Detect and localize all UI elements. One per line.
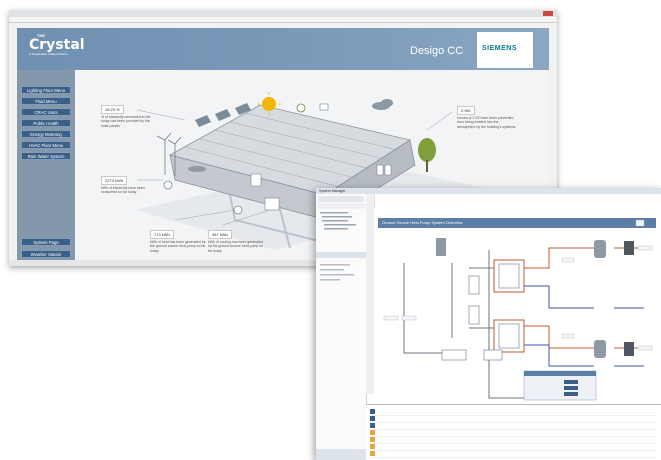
- menu-bar: [9, 17, 557, 23]
- electricity-consumed-value: 2273 kWh: [101, 176, 128, 185]
- list-item[interactable]: [370, 416, 656, 423]
- tree-icon: [418, 138, 436, 162]
- nav-rain-water-system[interactable]: Rain Water System: [21, 152, 71, 160]
- solar-share-value: 18.23 %: [101, 105, 124, 114]
- nav-public-health[interactable]: Public Health: [21, 119, 71, 127]
- list-item[interactable]: [370, 451, 656, 458]
- system-manager-window: System Manager Ground Source Heat Pump S…: [316, 188, 661, 460]
- heat-generated-value: 713 kWh: [150, 230, 174, 239]
- nav-hvac-floor-menu[interactable]: HVAC Floor Menu: [21, 141, 71, 149]
- properties-panel: [366, 404, 661, 460]
- crystal-logo: THE Crystal A Sustainable Cities Initiat…: [29, 33, 85, 56]
- brand-name: Crystal: [29, 37, 85, 53]
- window-titlebar: [9, 10, 557, 17]
- nav-lighting-floor-menu[interactable]: Lighting Floor Menu: [21, 86, 71, 94]
- cooling-generated-value: 387 kWh: [208, 230, 232, 239]
- system-tree: [316, 196, 366, 460]
- system-browser-panel: [316, 194, 367, 460]
- list-item[interactable]: [370, 430, 656, 437]
- meter-icon: [163, 180, 173, 190]
- nav-weather-station[interactable]: Weather Station: [21, 250, 71, 258]
- schematic-view: Ground Source Heat Pump System Overview: [374, 208, 661, 404]
- sun-icon: [262, 97, 276, 111]
- nav-energy-metering[interactable]: Energy Metering: [21, 130, 71, 138]
- heat-pump-schematic: [383, 219, 653, 401]
- list-item[interactable]: [370, 444, 656, 451]
- siemens-logo: SIEMENS: [477, 32, 533, 68]
- nav-system-page[interactable]: System Page: [21, 238, 71, 246]
- siemens-logo-text: SIEMENS: [482, 45, 518, 52]
- heat-generated-text: kWh of heat has been generated by the gr…: [150, 240, 206, 253]
- list-item[interactable]: [370, 423, 656, 430]
- product-title: Desigo CC: [410, 45, 464, 57]
- navigation-sidebar: Lighting Floor Menu Fluid Menu CRAC Unit…: [17, 70, 75, 266]
- co2-saved-value: 2.961: [457, 106, 476, 115]
- nav-crac-units[interactable]: CRAC Units: [21, 108, 71, 116]
- list-item[interactable]: [370, 437, 656, 444]
- solar-share-text: % of electricity consumed so far today h…: [101, 115, 151, 128]
- electricity-consumed-text: kWh of electricity have been consumed so…: [101, 186, 145, 195]
- header-banner: THE Crystal A Sustainable Cities Initiat…: [17, 28, 549, 76]
- window-close-button[interactable]: [543, 11, 553, 16]
- list-item[interactable]: [370, 409, 656, 416]
- co2-saved-text: tonnes of CO2 have been prevented from b…: [457, 116, 517, 129]
- cooling-generated-text: kWh of cooling has been generated by the…: [208, 240, 264, 253]
- nav-fluid-menu[interactable]: Fluid Menu: [21, 97, 71, 105]
